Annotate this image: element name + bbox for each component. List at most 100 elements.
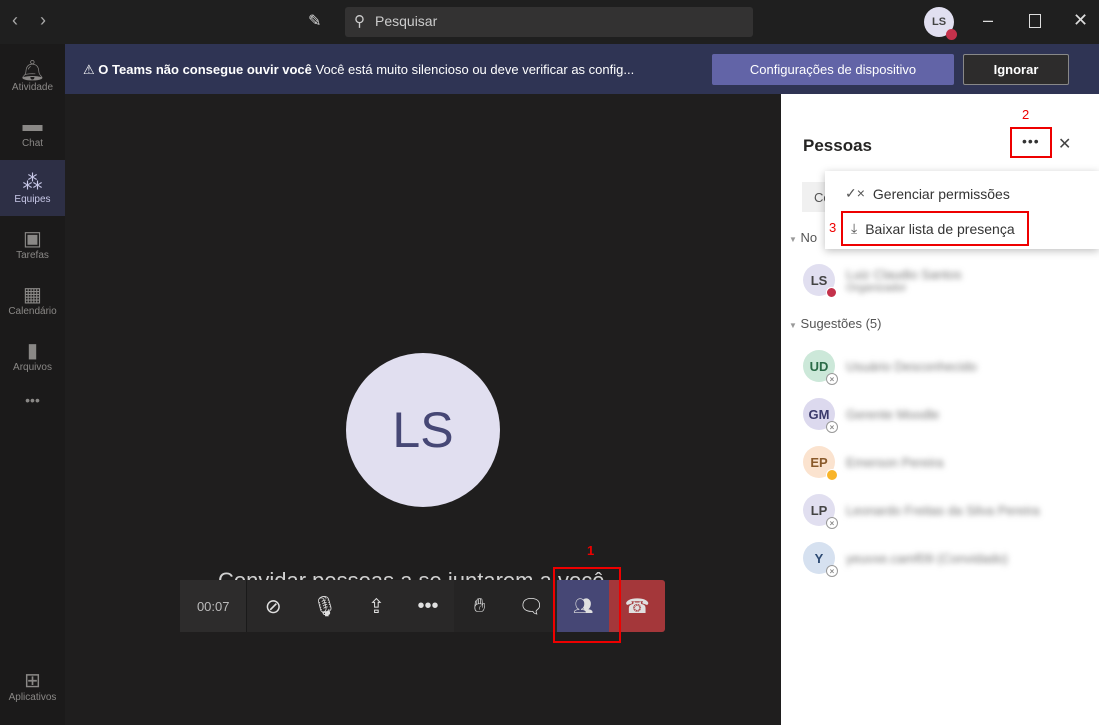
share-button[interactable]: ⇪	[351, 580, 403, 632]
annotation-label-1: 1	[587, 543, 595, 558]
app-rail: 🔔︎ Atividade ▬ Chat ⁂ Equipes ▣ Tarefas ▦ Cal…	[0, 44, 65, 725]
section-suggestions[interactable]: ▼ Sugestões (5)	[789, 316, 881, 331]
rail-item-apps[interactable]: ⊞ Aplicativos	[0, 658, 65, 714]
avatar-initials: LP	[810, 502, 828, 518]
mic-button[interactable]: 🎙︎	[299, 580, 351, 632]
forward-icon[interactable]: ›	[40, 10, 46, 31]
more-icon: •••	[417, 594, 439, 617]
section-label: No	[800, 230, 818, 245]
participant-organizer[interactable]: LS Luiz Claudio Santos Organizador	[803, 264, 962, 298]
rail-item-chat[interactable]: ▬ Chat	[0, 104, 65, 160]
warning-icon: ⚠	[83, 62, 95, 77]
busy-status-icon	[946, 29, 957, 40]
participant-name: yeuvxe.camf09 (Convidado)	[846, 550, 1008, 566]
raise-hand-button[interactable]: ✋︎	[453, 580, 506, 632]
suggestion-item[interactable]: Y × yeuvxe.camf09 (Convidado)	[803, 542, 1008, 577]
avatar-initials: GM	[808, 406, 830, 422]
maximize-icon[interactable]	[1029, 14, 1041, 28]
chat-icon: 🗨︎	[518, 595, 544, 618]
user-avatar[interactable]: LS	[924, 7, 957, 40]
annotation-label-3: 3	[829, 220, 837, 235]
offline-status-icon: ×	[826, 373, 838, 385]
user-initials: LS	[931, 16, 947, 28]
stage-avatar: LS	[346, 353, 500, 507]
camera-off-button[interactable]: ⊘	[247, 580, 299, 632]
participant-name: Luiz Claudio Santos	[846, 266, 962, 282]
away-status-icon	[826, 469, 838, 481]
menu-item-manage-permissions[interactable]: ✓× Gerenciar permissões	[845, 185, 1010, 202]
participant-role: Organizador	[846, 281, 907, 294]
more-apps-button[interactable]: •••	[0, 392, 65, 416]
section-in-meeting[interactable]: ▼ No	[789, 230, 817, 245]
ignore-button[interactable]: Ignorar	[963, 54, 1069, 85]
rail-item-calendar[interactable]: ▦ Calendário	[0, 272, 65, 328]
avatar-initials: UD	[809, 358, 829, 374]
calendar-icon: ▦	[23, 284, 42, 306]
search-placeholder: Pesquisar	[375, 13, 438, 29]
avatar: LS	[803, 264, 837, 298]
avatar: GM ×	[803, 398, 838, 433]
avatar: EP	[803, 446, 838, 481]
hand-icon: ✋︎	[473, 594, 486, 617]
device-settings-button[interactable]: Configurações de dispositivo	[712, 54, 954, 85]
chat-button[interactable]: 🗨︎	[505, 580, 557, 632]
apps-icon: ⊞	[24, 670, 41, 692]
more-actions-button[interactable]: •••	[402, 580, 454, 632]
camera-off-icon: ⊘	[264, 595, 282, 618]
panel-title: Pessoas	[803, 136, 872, 155]
suggestion-item[interactable]: LP × Leonardo Freitas da Silva Pereira	[803, 494, 1040, 529]
annotation-box-2	[1010, 127, 1052, 158]
rail-label: Chat	[21, 138, 44, 149]
more-icon: •••	[25, 392, 40, 408]
offline-status-icon: ×	[826, 517, 838, 529]
banner-message: Você está muito silencioso ou deve verif…	[315, 62, 635, 77]
rail-label: Atividade	[11, 82, 54, 93]
bell-icon: 🔔︎	[19, 60, 46, 82]
close-window-icon[interactable]: ✕	[1073, 10, 1088, 31]
suggestion-item[interactable]: EP Emerson Pereira	[803, 446, 944, 481]
offline-status-icon: ×	[826, 565, 838, 577]
search-input[interactable]: ⚲ Pesquisar	[345, 7, 753, 37]
annotation-label-2: 2	[1022, 107, 1030, 122]
avatar: UD ×	[803, 350, 838, 385]
rail-item-activity[interactable]: 🔔︎ Atividade	[0, 48, 65, 104]
close-panel-button[interactable]: ✕	[1058, 134, 1071, 154]
rail-label: Calendário	[8, 306, 57, 317]
participant-name: Usuário Desconhecido	[846, 358, 977, 374]
call-timer: 00:07	[180, 580, 248, 632]
banner-title: O Teams não consegue ouvir você	[98, 62, 312, 77]
offline-status-icon: ×	[826, 421, 838, 433]
rail-label: Tarefas	[16, 250, 49, 261]
menu-item-label: Gerenciar permissões	[872, 185, 1010, 202]
rail-label: Arquivos	[13, 362, 52, 373]
teams-icon: ⁂	[22, 172, 43, 194]
permissions-icon: ✓×	[845, 185, 865, 201]
title-bar: ‹ › ✎ ⚲ Pesquisar LS – ✕	[0, 0, 1099, 44]
back-icon[interactable]: ‹	[12, 10, 18, 31]
compose-icon[interactable]: ✎	[308, 11, 321, 31]
ignore-label: Ignorar	[993, 62, 1039, 77]
share-screen-icon: ⇪	[368, 595, 385, 618]
annotation-box-1	[553, 567, 621, 643]
search-icon: ⚲	[354, 13, 365, 30]
rail-label: Equipes	[14, 194, 51, 205]
device-settings-label: Configurações de dispositivo	[749, 62, 917, 77]
suggestion-item[interactable]: UD × Usuário Desconhecido	[803, 350, 977, 385]
rail-item-tasks[interactable]: ▣ Tarefas	[0, 216, 65, 272]
avatar-initials: Y	[814, 550, 824, 566]
annotation-box-3	[841, 211, 1029, 246]
participant-name: Leonardo Freitas da Silva Pereira	[846, 502, 1040, 518]
avatar: Y ×	[803, 542, 838, 577]
rail-item-teams[interactable]: ⁂ Equipes	[0, 160, 65, 216]
mic-icon: 🎙︎	[312, 595, 338, 618]
avatar-initials: EP	[810, 454, 828, 470]
participant-name: Gerente Moodle	[846, 406, 940, 422]
participant-name: Emerson Pereira	[846, 454, 944, 470]
chat-icon: ▬	[22, 114, 43, 136]
stage-initials: LS	[392, 402, 454, 458]
suggestion-item[interactable]: GM × Gerente Moodle	[803, 398, 940, 433]
minimize-icon[interactable]: –	[983, 10, 993, 31]
busy-status-icon	[826, 287, 837, 298]
avatar: LP ×	[803, 494, 838, 529]
rail-item-files[interactable]: ▮ Arquivos	[0, 328, 65, 384]
